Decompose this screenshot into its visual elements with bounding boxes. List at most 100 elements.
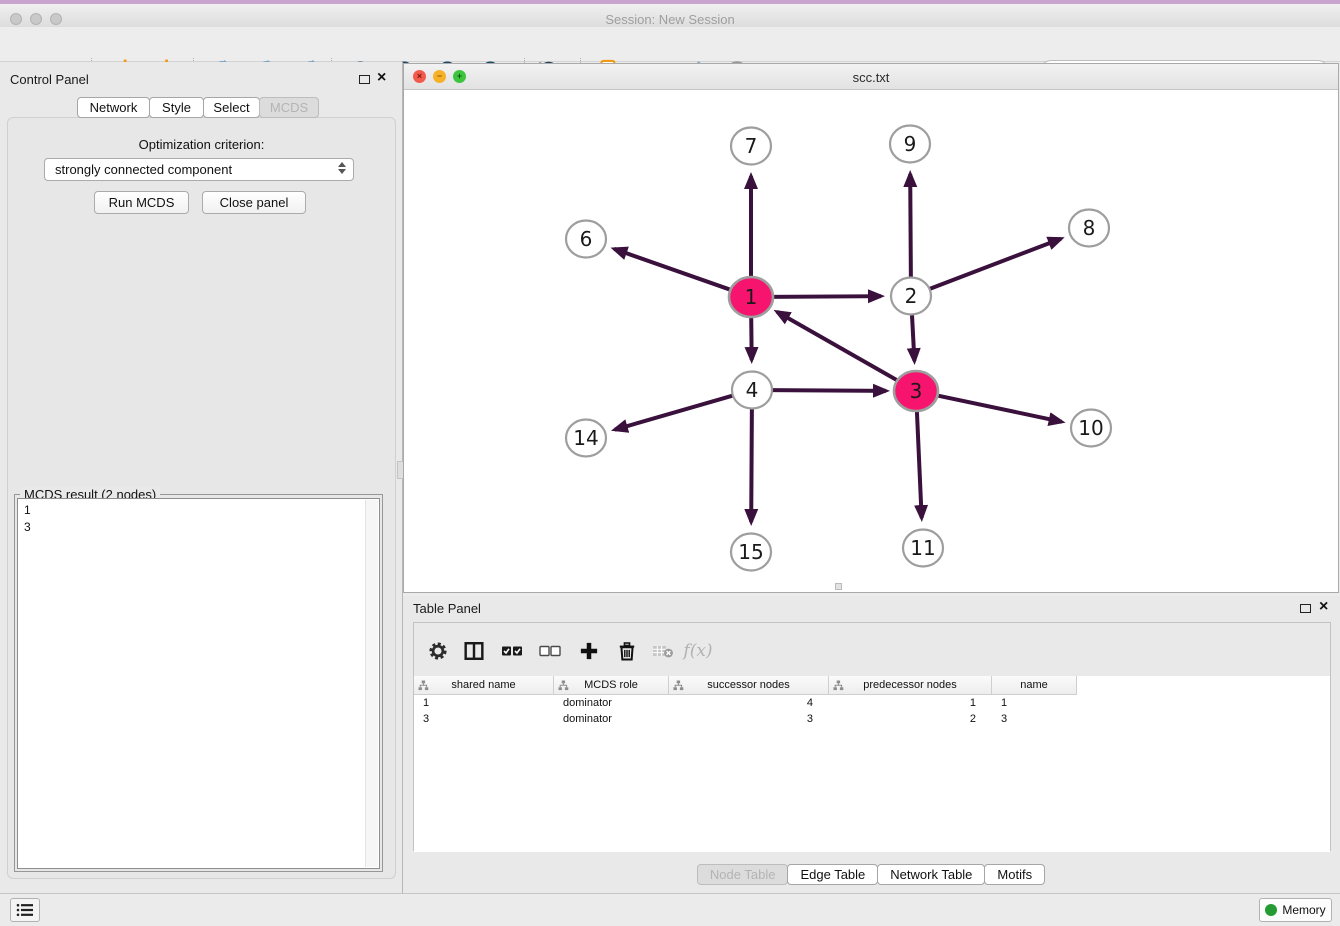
network-window-titlebar[interactable]: × − + scc.txt (404, 64, 1338, 90)
graph-edge-4-14[interactable] (615, 395, 734, 429)
graph-edge-3-1[interactable] (777, 312, 899, 382)
tab-network-table[interactable]: Network Table (877, 864, 985, 885)
plus-icon (579, 641, 599, 661)
close-panel-button[interactable]: Close panel (202, 191, 306, 214)
criterion-select[interactable]: strongly connected component (44, 158, 354, 181)
graph-node-label-6: 6 (580, 227, 593, 251)
mcds-result-group: MCDS result (2 nodes) 1 3 (14, 494, 383, 872)
network-canvas[interactable]: 7968124314101511 (404, 90, 1338, 592)
show-column-panel-button[interactable] (462, 639, 486, 663)
table-row[interactable]: 3 dominator 3 2 3 (414, 711, 1330, 727)
graph-edge-4-3[interactable] (771, 390, 886, 391)
tab-motifs[interactable]: Motifs (984, 864, 1045, 885)
graph-edge-3-11[interactable] (917, 410, 922, 518)
table-panel: Table Panel × (403, 596, 1340, 893)
memory-status-icon (1265, 904, 1277, 916)
control-panel: Control Panel × Network Style Select MCD… (0, 62, 403, 893)
column-header-successor-nodes[interactable]: successor nodes (669, 676, 829, 695)
graph-edge-3-10[interactable] (935, 395, 1062, 422)
task-history-button[interactable] (10, 898, 40, 922)
cell-successor-nodes[interactable]: 3 (669, 711, 829, 727)
column-header-name[interactable]: name (992, 676, 1077, 695)
delete-table-icon (652, 642, 674, 660)
table-panel-title: Table Panel (413, 601, 481, 616)
cell-predecessor-nodes[interactable]: 1 (829, 695, 992, 711)
table-settings-button[interactable] (426, 639, 450, 663)
close-panel-icon[interactable]: × (377, 71, 386, 85)
tree-icon (673, 680, 684, 691)
tab-edge-table[interactable]: Edge Table (787, 864, 878, 885)
create-column-button[interactable] (577, 639, 601, 663)
result-scrollbar[interactable] (365, 500, 378, 867)
close-table-panel-icon[interactable]: × (1319, 600, 1328, 614)
select-stepper-icon (338, 162, 346, 174)
control-panel-title: Control Panel (10, 72, 89, 87)
table-panel-tabs: Node Table Edge Table Network Table Moti… (403, 864, 1340, 885)
graph-node-label-9: 9 (904, 132, 917, 156)
graph-edge-2-8[interactable] (929, 239, 1061, 290)
cell-predecessor-nodes[interactable]: 2 (829, 711, 992, 727)
memory-button[interactable]: Memory (1259, 898, 1332, 922)
table-header-row: shared name MCDS role successor nodes pr… (414, 676, 1330, 695)
graph-edge-1-2[interactable] (770, 296, 881, 297)
tab-mcds[interactable]: MCDS (259, 97, 319, 118)
tree-icon (558, 680, 569, 691)
memory-label: Memory (1282, 903, 1325, 917)
cell-name[interactable]: 1 (992, 695, 1077, 711)
node-table: shared name MCDS role successor nodes pr… (414, 676, 1330, 852)
graph-edge-4-15[interactable] (751, 409, 752, 522)
column-header-mcds-role[interactable]: MCDS role (554, 676, 669, 695)
table-toolbar: f(x) (414, 623, 1330, 676)
run-mcds-button[interactable]: Run MCDS (94, 191, 189, 214)
select-all-columns-button[interactable] (500, 639, 524, 663)
graph-node-label-7: 7 (745, 134, 758, 158)
graph-edge-2-3[interactable] (912, 315, 914, 361)
control-panel-tabs: Network Style Select MCDS (78, 97, 319, 118)
graph-node-label-10: 10 (1078, 416, 1103, 440)
trash-icon (617, 641, 637, 661)
float-table-panel-icon[interactable] (1300, 604, 1311, 613)
function-builder-button-disabled: f(x) (686, 639, 710, 663)
graph-edge-1-6[interactable] (614, 249, 733, 291)
fx-icon: f(x) (683, 641, 712, 661)
graph-node-label-8: 8 (1083, 216, 1096, 240)
optimization-criterion-label: Optimization criterion: (0, 137, 403, 152)
cell-mcds-role[interactable]: dominator (554, 695, 669, 711)
cell-mcds-role[interactable]: dominator (554, 711, 669, 727)
tree-icon (833, 680, 844, 691)
list-icon (16, 903, 34, 917)
mcds-result-text[interactable]: 1 3 (17, 498, 380, 869)
network-view-window: × − + scc.txt 7968124314101511 (403, 63, 1339, 593)
table-row[interactable]: 1 dominator 4 1 1 (414, 695, 1330, 711)
tab-node-table[interactable]: Node Table (697, 864, 789, 885)
window-title: Session: New Session (0, 12, 1340, 27)
checked-boxes-icon (501, 641, 523, 661)
column-header-shared-name[interactable]: shared name (414, 676, 554, 695)
delete-column-button[interactable] (615, 639, 639, 663)
network-view-title: scc.txt (404, 70, 1338, 85)
tab-network[interactable]: Network (77, 97, 150, 118)
cell-shared-name[interactable]: 3 (414, 711, 554, 727)
graph-node-label-11: 11 (910, 536, 935, 560)
criterion-value: strongly connected component (55, 162, 232, 177)
graph-node-label-14: 14 (573, 426, 598, 450)
graph-node-label-15: 15 (738, 540, 763, 564)
status-bar: Memory (0, 893, 1340, 926)
cell-successor-nodes[interactable]: 4 (669, 695, 829, 711)
gear-icon (428, 641, 448, 661)
tab-style[interactable]: Style (149, 97, 204, 118)
graph-node-label-2: 2 (905, 284, 918, 308)
graph-node-label-1: 1 (745, 285, 758, 309)
column-header-predecessor-nodes[interactable]: predecessor nodes (829, 676, 992, 695)
unchecked-boxes-icon (539, 641, 561, 661)
canvas-resize-handle[interactable] (835, 583, 842, 590)
cell-shared-name[interactable]: 1 (414, 695, 554, 711)
unselect-all-columns-button[interactable] (538, 639, 562, 663)
float-panel-icon[interactable] (359, 75, 370, 84)
delete-table-button-disabled (651, 639, 675, 663)
graph-node-label-3: 3 (910, 379, 923, 403)
graph-edge-2-9[interactable] (910, 174, 911, 277)
cell-name[interactable]: 3 (992, 711, 1077, 727)
app-titlebar: Session: New Session (0, 4, 1340, 27)
tab-select[interactable]: Select (203, 97, 260, 118)
